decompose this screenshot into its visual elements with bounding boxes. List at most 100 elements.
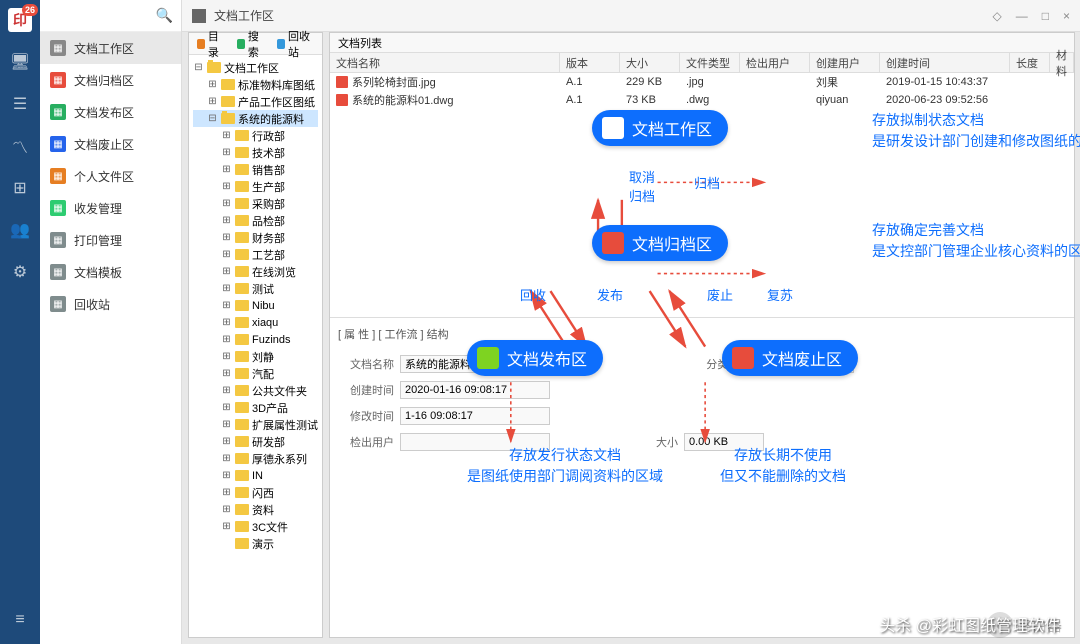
col-creator[interactable]: 创建用户	[810, 53, 880, 72]
expand-icon[interactable]: ⊞	[221, 436, 232, 447]
tree-node[interactable]: ⊞财务部	[193, 229, 318, 246]
col-ctime[interactable]: 创建时间	[880, 53, 1010, 72]
tree-node[interactable]: ⊞标准物料库图纸	[193, 76, 318, 93]
nav-item-0[interactable]: ▦文档工作区	[40, 32, 181, 64]
list-icon[interactable]: ☰	[8, 92, 32, 116]
tree-node[interactable]: ⊞行政部	[193, 127, 318, 144]
expand-icon[interactable]: ⊞	[207, 79, 218, 90]
expand-icon[interactable]: ⊞	[221, 419, 232, 430]
nav-item-5[interactable]: ▦收发管理	[40, 192, 181, 224]
tree-node[interactable]: ⊞资料	[193, 501, 318, 518]
expand-icon[interactable]: ⊞	[221, 198, 232, 209]
tree-node[interactable]: ⊟文档工作区	[193, 59, 318, 76]
expand-icon[interactable]: ⊞	[221, 249, 232, 260]
users-icon[interactable]: 👥	[8, 218, 32, 242]
expand-icon[interactable]: ⊞	[221, 147, 232, 158]
window-close[interactable]: ×	[1063, 9, 1070, 23]
expand-icon[interactable]: ⊞	[221, 453, 232, 464]
nav-item-2[interactable]: ▦文档发布区	[40, 96, 181, 128]
puzzle-icon[interactable]: ⊞	[8, 176, 32, 200]
tree-node[interactable]: ⊞3D产品	[193, 399, 318, 416]
tree-body[interactable]: ⊟文档工作区⊞标准物料库图纸⊞产品工作区图纸⊟系统的能源料⊞行政部⊞技术部⊞销售…	[189, 55, 322, 637]
col-type[interactable]: 文件类型	[680, 53, 740, 72]
tree-node[interactable]: ⊞IN	[193, 467, 318, 484]
list-tab[interactable]: 文档列表	[330, 33, 1074, 53]
col-name[interactable]: 文档名称	[330, 53, 560, 72]
expand-icon[interactable]: ⊞	[221, 470, 232, 481]
tree-node[interactable]: ⊞在线浏览	[193, 263, 318, 280]
tree-node[interactable]: ⊞汽配	[193, 365, 318, 382]
expand-icon[interactable]: ⊞	[221, 521, 232, 532]
nav-item-3[interactable]: ▦文档废止区	[40, 128, 181, 160]
tree-node[interactable]: ⊞生产部	[193, 178, 318, 195]
expand-icon[interactable]: ⊞	[221, 504, 232, 515]
expand-icon[interactable]: ⊟	[193, 62, 204, 73]
nav-item-1[interactable]: ▦文档归档区	[40, 64, 181, 96]
expand-icon[interactable]: ⊞	[221, 402, 232, 413]
nav-item-8[interactable]: ▦回收站	[40, 288, 181, 320]
app-logo[interactable]: 印26	[8, 8, 32, 32]
table-row[interactable]: 系统的能源料01.dwgA.173 KB.dwgqiyuan2020-06-23…	[330, 91, 1074, 109]
expand-icon[interactable]: ⊞	[221, 215, 232, 226]
chart-icon[interactable]: 〽	[8, 134, 32, 158]
expand-icon[interactable]: ⊞	[221, 164, 232, 175]
input-docname[interactable]	[400, 355, 550, 373]
expand-icon[interactable]: ⊞	[221, 300, 232, 311]
expand-icon[interactable]: ⊞	[221, 232, 232, 243]
expand-icon[interactable]: ⊞	[221, 181, 232, 192]
tree-node[interactable]: ⊞研发部	[193, 433, 318, 450]
tree-node[interactable]: ⊞销售部	[193, 161, 318, 178]
input-category[interactable]	[734, 355, 854, 373]
tree-node[interactable]: ⊟系统的能源料	[193, 110, 318, 127]
tree-node[interactable]: ⊞厚德永系列	[193, 450, 318, 467]
expand-icon[interactable]: ⊞	[221, 266, 232, 277]
tree-node[interactable]: ⊞品检部	[193, 212, 318, 229]
nav-item-4[interactable]: ▦个人文件区	[40, 160, 181, 192]
expand-icon[interactable]: ⊞	[221, 487, 232, 498]
window-minimize[interactable]: —	[1016, 9, 1028, 23]
tree-node[interactable]: ⊞闪西	[193, 484, 318, 501]
tree-node[interactable]: ⊞技术部	[193, 144, 318, 161]
input-mtime[interactable]	[400, 407, 550, 425]
col-version[interactable]: 版本	[560, 53, 620, 72]
tree-node[interactable]: ⊞测试	[193, 280, 318, 297]
tree-node[interactable]: ⊞Nibu	[193, 297, 318, 314]
table-row[interactable]: 系列轮椅封面.jpgA.1229 KB.jpg刘果2019-01-15 10:4…	[330, 73, 1074, 91]
monitor-icon[interactable]: 🖥	[8, 50, 32, 74]
expand-icon[interactable]: ⊟	[207, 113, 218, 124]
collapse-icon[interactable]: ≡	[8, 608, 32, 632]
window-maximize[interactable]: □	[1042, 9, 1049, 23]
nav-search-bar[interactable]: 🔍	[40, 0, 181, 32]
col-material[interactable]: 材料	[1050, 53, 1074, 72]
tree-node[interactable]: ⊞工艺部	[193, 246, 318, 263]
col-length[interactable]: 长度	[1010, 53, 1050, 72]
col-checkout[interactable]: 检出用户	[740, 53, 810, 72]
folder-icon	[235, 351, 249, 362]
input-size[interactable]	[684, 433, 764, 451]
input-ctime[interactable]	[400, 381, 550, 399]
tree-node[interactable]: ⊞扩展属性测试	[193, 416, 318, 433]
expand-icon[interactable]: ⊞	[221, 385, 232, 396]
window-diamond[interactable]: ◇	[993, 9, 1002, 23]
expand-icon[interactable]: ⊞	[221, 283, 232, 294]
expand-icon[interactable]: ⊞	[221, 351, 232, 362]
expand-icon[interactable]: ⊞	[221, 130, 232, 141]
tree-node[interactable]: 演示	[193, 535, 318, 552]
expand-icon[interactable]: ⊞	[207, 96, 218, 107]
nav-item-7[interactable]: ▦文档模板	[40, 256, 181, 288]
tree-node[interactable]: ⊞xiaqu	[193, 314, 318, 331]
tree-node[interactable]: ⊞Fuzinds	[193, 331, 318, 348]
tree-node[interactable]: ⊞产品工作区图纸	[193, 93, 318, 110]
expand-icon[interactable]: ⊞	[221, 317, 232, 328]
nav-item-6[interactable]: ▦打印管理	[40, 224, 181, 256]
expand-icon[interactable]: ⊞	[221, 368, 232, 379]
col-size[interactable]: 大小	[620, 53, 680, 72]
input-checkout[interactable]	[400, 433, 550, 451]
tree-node[interactable]: ⊞采购部	[193, 195, 318, 212]
form-tabs[interactable]: [ 属 性 ] [ 工作流 ] 结构	[338, 326, 1066, 346]
tree-node[interactable]: ⊞公共文件夹	[193, 382, 318, 399]
tree-node[interactable]: ⊞3C文件	[193, 518, 318, 535]
gear-icon[interactable]: ⚙	[8, 260, 32, 284]
expand-icon[interactable]: ⊞	[221, 334, 232, 345]
tree-node[interactable]: ⊞刘静	[193, 348, 318, 365]
